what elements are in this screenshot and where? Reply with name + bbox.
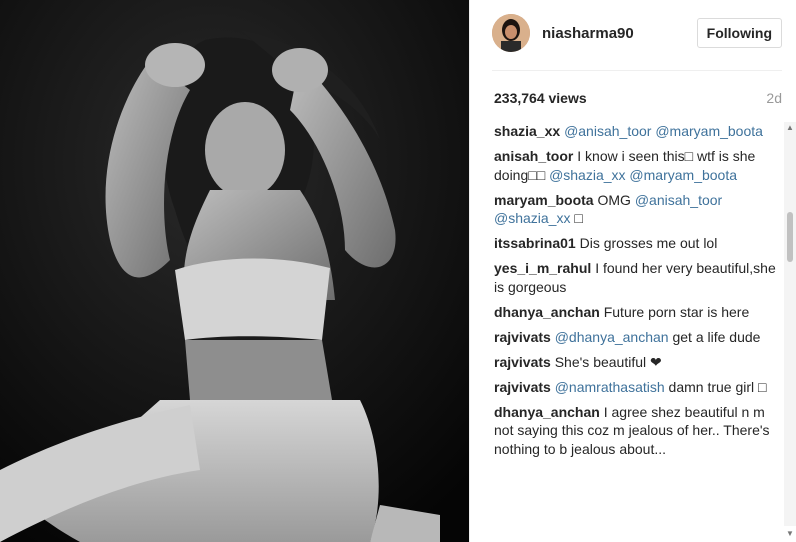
post-header: niasharma90 Following [492, 12, 782, 54]
comment-mention-link[interactable]: @maryam_boota [629, 167, 737, 183]
comment-username[interactable]: dhanya_anchan [494, 404, 600, 420]
comment-username[interactable]: dhanya_anchan [494, 304, 600, 320]
comment-username[interactable]: maryam_boota [494, 192, 594, 208]
post-time[interactable]: 2d [766, 90, 782, 106]
comment-username[interactable]: anisah_toor [494, 148, 573, 164]
comments-scrollbar[interactable]: ▲ ▼ [784, 122, 796, 538]
comment-text: Future porn star is here [603, 303, 750, 320]
comment-text: She's beautiful ❤ [554, 353, 662, 370]
comment-mention-link[interactable]: @dhanya_anchan [555, 329, 669, 345]
scroll-thumb[interactable] [787, 212, 793, 262]
post-details-panel: niasharma90 Following 233,764 views 2d s… [469, 0, 796, 542]
comment-item: shazia_xx @anisah_toor @maryam_boota [494, 122, 776, 141]
comment-item: dhanya_anchan Future porn star is here [494, 303, 776, 322]
comment-text: damn true girl □ [664, 378, 767, 395]
comment-username[interactable]: shazia_xx [494, 123, 560, 139]
comment-list: shazia_xx @anisah_toor @maryam_boota anis… [494, 122, 776, 542]
comment-text: Dis grosses me out lol [579, 235, 718, 251]
comment-item: rajvivats She's beautiful ❤ [494, 353, 776, 372]
comment-mention-link[interactable]: @anisah_toor [564, 123, 651, 139]
comment-item: rajvivats @namrathasatish damn true girl… [494, 378, 776, 397]
comment-text: OMG [597, 191, 635, 208]
comment-username[interactable]: rajvivats [494, 329, 551, 345]
comment-username[interactable]: rajvivats [494, 354, 551, 370]
view-count: 233,764 views [494, 90, 587, 106]
comment-item: yes_i_m_rahul I found her very beautiful… [494, 259, 776, 296]
comment-username[interactable]: yes_i_m_rahul [494, 260, 591, 276]
comment-mention-link[interactable]: @shazia_xx [549, 167, 625, 183]
following-button[interactable]: Following [696, 18, 782, 48]
comment-mention-link[interactable]: @shazia_xx [494, 210, 570, 226]
comment-item: dhanya_anchan I agree shez beautiful n m… [494, 403, 776, 459]
scroll-up-arrow-icon[interactable]: ▲ [784, 122, 796, 134]
comment-mention-link[interactable]: @anisah_toor [635, 192, 722, 208]
post-stats: 233,764 views 2d [494, 90, 782, 106]
comment-item: maryam_boota OMG @anisah_toor @shazia_xx… [494, 191, 776, 228]
comment-text: get a life dude [668, 328, 761, 345]
comment-mention-link[interactable]: @namrathasatish [555, 379, 665, 395]
comment-username[interactable]: itssabrina01 [494, 235, 576, 251]
username[interactable]: niasharma90 [542, 25, 697, 42]
comment-item: itssabrina01 Dis grosses me out lol [494, 234, 776, 253]
comment-mention-link[interactable]: @maryam_boota [655, 123, 763, 139]
comment-item: anisah_toor I know i seen this□ wtf is s… [494, 147, 776, 184]
comment-item: rajvivats @dhanya_anchan get a life dude [494, 328, 776, 347]
scroll-down-arrow-icon[interactable]: ▼ [784, 528, 796, 540]
post-image[interactable] [0, 0, 469, 542]
post-photo [0, 0, 469, 542]
comment-username[interactable]: rajvivats [494, 379, 551, 395]
divider [492, 70, 782, 71]
avatar[interactable] [492, 14, 530, 52]
comment-text: □ [570, 210, 583, 226]
